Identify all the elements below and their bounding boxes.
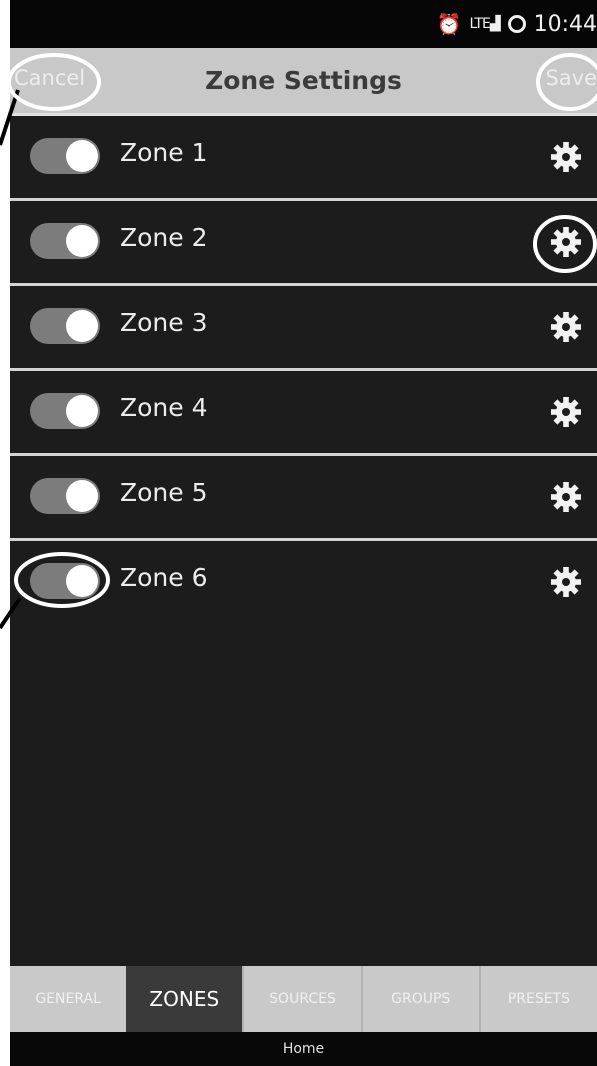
gear-icon[interactable] — [549, 565, 583, 599]
toggle-knob — [66, 225, 98, 257]
zone-row: Zone 2 — [10, 201, 597, 286]
zone-label: Zone 4 — [120, 393, 208, 422]
tab-groups[interactable]: GROUPS — [360, 966, 479, 1032]
bottom-tab-bar: GENERAL ZONES SOURCES GROUPS PRESETS — [10, 966, 597, 1032]
zone-label: Zone 2 — [120, 223, 208, 252]
tab-general[interactable]: GENERAL — [10, 966, 126, 1032]
gear-icon[interactable] — [549, 480, 583, 514]
save-button[interactable]: Save — [545, 66, 597, 90]
zone-row: Zone 3 — [10, 286, 597, 371]
alarm-clock-icon: ⏰ — [436, 12, 462, 36]
zone-6-toggle[interactable] — [30, 563, 100, 599]
zone-list: Zone 1 Zone 2 Zone 3 Zone 4 Zone 5 Zone … — [10, 116, 597, 623]
signal-icon: LTE▟ — [469, 16, 501, 32]
header-bar: Cancel Zone Settings Save — [10, 48, 597, 116]
page-title: Zone Settings — [205, 66, 402, 95]
toggle-knob — [66, 395, 98, 427]
toggle-knob — [66, 480, 98, 512]
toggle-knob — [66, 140, 98, 172]
gear-icon[interactable] — [549, 225, 583, 259]
zone-row: Zone 5 — [10, 456, 597, 541]
network-type-label: LTE — [469, 16, 491, 32]
zone-label: Zone 3 — [120, 308, 208, 337]
clock-time: 10:44 — [533, 11, 597, 37]
zone-1-toggle[interactable] — [30, 138, 100, 174]
status-icons: ⏰ LTE▟ 10:44 — [437, 9, 597, 39]
zone-2-toggle[interactable] — [30, 223, 100, 259]
zone-3-toggle[interactable] — [30, 308, 100, 344]
app-screen: ⏰ LTE▟ 10:44 Cancel Zone Settings Save Z… — [10, 0, 597, 1066]
tab-presets[interactable]: PRESETS — [478, 966, 597, 1032]
zone-label: Zone 6 — [120, 563, 208, 592]
tab-sources[interactable]: SOURCES — [242, 966, 360, 1032]
zone-label: Zone 5 — [120, 478, 208, 507]
zone-5-toggle[interactable] — [30, 478, 100, 514]
gear-icon[interactable] — [549, 395, 583, 429]
toggle-knob — [66, 565, 98, 597]
battery-ring-icon — [507, 15, 526, 33]
status-bar: ⏰ LTE▟ 10:44 — [10, 0, 597, 48]
zone-row: Zone 6 — [10, 541, 597, 623]
gear-icon[interactable] — [549, 310, 583, 344]
zone-row: Zone 1 — [10, 116, 597, 201]
zone-4-toggle[interactable] — [30, 393, 100, 429]
toggle-knob — [66, 310, 98, 342]
gear-icon[interactable] — [549, 140, 583, 174]
home-button[interactable]: Home — [10, 1032, 597, 1066]
zone-row: Zone 4 — [10, 371, 597, 456]
zone-label: Zone 1 — [120, 138, 208, 167]
tab-zones[interactable]: ZONES — [126, 966, 243, 1032]
